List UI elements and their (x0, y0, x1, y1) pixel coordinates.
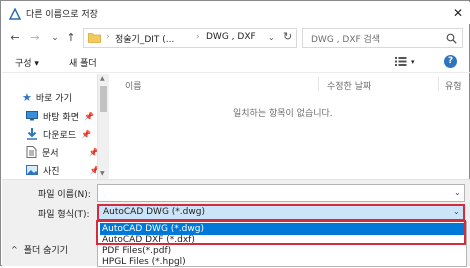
filetype-select[interactable]: AutoCAD DWG (*.dwg) ⌄ (97, 204, 465, 221)
highlight-annotation-box (96, 220, 466, 245)
save-as-dialog: 다른 이름으로 저장 ✕ ← → ⌄ ↑ › 정술기_DIT (... › DW… (0, 0, 470, 268)
window-title: 다른 이름으로 저장 (26, 10, 98, 20)
chevron-up-icon: ^ (11, 245, 18, 254)
pin-icon: 📌 (83, 111, 94, 121)
help-button[interactable]: ? (444, 55, 457, 68)
nav-item-documents[interactable]: 문서 📌 (26, 144, 99, 160)
toolbar: 구성 ▾ 새 폴더 ▾ ? (2, 51, 470, 73)
pin-icon: 📌 (81, 129, 92, 139)
nav-pane-scrollbar[interactable]: ▲ ▼ (97, 74, 109, 180)
address-bar[interactable]: › 정술기_DIT (... › DWG , DXF ⌄ ↻ (83, 28, 297, 48)
scrollbar-thumb[interactable] (100, 86, 107, 112)
filename-label: 파일 이름(N): (38, 190, 91, 200)
breadcrumb-item[interactable]: 정술기_DIT (... (115, 32, 174, 45)
title-bar: 다른 이름으로 저장 ✕ (2, 2, 470, 24)
breadcrumb-separator: › (106, 32, 110, 42)
nav-item-quick-access[interactable]: ★ 바로 가기 (22, 89, 72, 105)
folder-icon (88, 33, 101, 43)
address-dropdown-icon[interactable]: ⌄ (268, 33, 275, 42)
close-button[interactable]: ✕ (449, 5, 467, 21)
nav-item-label: 다운로드 (43, 130, 77, 141)
filetype-label: 파일 형식(T): (38, 210, 90, 220)
up-button[interactable]: ↑ (63, 30, 79, 46)
nav-item-desktop[interactable]: 바탕 화면 📌 (26, 108, 94, 124)
chevron-down-icon[interactable]: ⌄ (453, 207, 460, 216)
picture-icon (26, 165, 38, 175)
document-icon (26, 146, 37, 158)
download-icon (27, 128, 37, 140)
nav-item-label: 바로 가기 (35, 93, 72, 104)
app-icon (9, 8, 21, 20)
scroll-down-arrow[interactable]: ▼ (100, 170, 105, 177)
hide-folders-label: 폴더 숨기기 (23, 246, 68, 256)
organize-menu[interactable]: 구성 ▾ (15, 56, 39, 69)
nav-item-label: 바탕 화면 (43, 112, 79, 123)
nav-item-label: 문서 (42, 148, 59, 159)
scroll-up-arrow[interactable]: ▲ (100, 75, 105, 82)
breadcrumb-separator: › (196, 32, 200, 42)
nav-item-pictures[interactable]: 사진 📌 (26, 162, 100, 178)
desktop-icon (26, 111, 38, 121)
history-dropdown-button[interactable]: ⌄ (47, 30, 63, 46)
forward-button[interactable]: → (27, 30, 43, 46)
navigation-pane: ★ 바로 가기 바탕 화면 📌 다운로드 📌 문서 📌 사진 📌 (2, 74, 111, 179)
column-header-name[interactable]: 이름 (125, 79, 142, 92)
column-divider (318, 77, 319, 91)
search-input[interactable]: DWG , DXF 검색 (311, 32, 380, 45)
filetype-option[interactable]: HPGL Files (*.hpgl) (100, 256, 464, 268)
column-header-date[interactable]: 수정한 날짜 (327, 79, 371, 92)
search-icon[interactable] (446, 33, 457, 44)
refresh-button[interactable]: ↻ (283, 30, 292, 43)
chevron-down-icon[interactable]: ⌄ (454, 188, 461, 197)
view-options-icon[interactable] (395, 56, 407, 67)
filename-field[interactable]: ⌄ (97, 184, 465, 202)
star-icon: ★ (22, 90, 32, 104)
new-folder-button[interactable]: 새 폴더 (69, 56, 97, 69)
back-button[interactable]: ← (7, 30, 23, 46)
breadcrumb-item[interactable]: DWG , DXF (206, 32, 256, 42)
hide-folders-toggle[interactable]: ^ 폴더 숨기기 (11, 243, 68, 256)
empty-list-message: 일치하는 항목이 없습니다. (233, 109, 333, 119)
column-header-type[interactable]: 유형 (445, 79, 462, 92)
view-dropdown-icon[interactable]: ▾ (411, 58, 415, 66)
column-divider (438, 77, 439, 91)
nav-item-label: 사진 (43, 166, 60, 177)
filetype-value: AutoCAD DWG (*.dwg) (103, 207, 205, 217)
search-box[interactable]: DWG , DXF 검색 (302, 28, 463, 48)
nav-item-downloads[interactable]: 다운로드 📌 (26, 126, 91, 142)
